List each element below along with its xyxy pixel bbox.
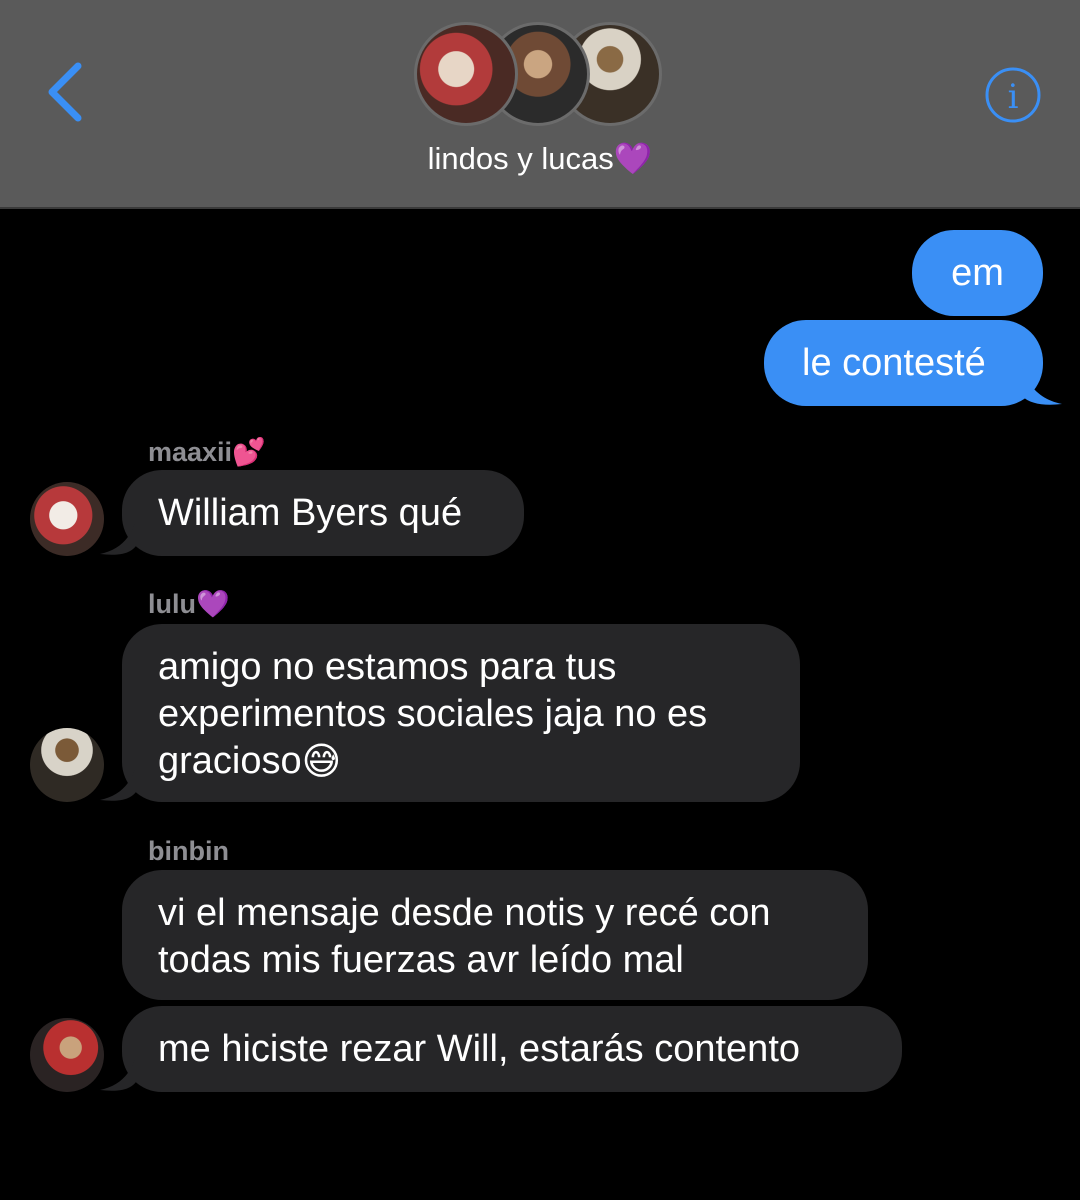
message-line: todas mis fuerzas avr leído mal xyxy=(158,939,684,981)
outgoing-message[interactable]: em xyxy=(912,230,1043,316)
bubble-tail xyxy=(100,1056,136,1091)
bubble-tail xyxy=(1022,366,1062,405)
bubble-tail xyxy=(100,766,136,801)
message-text: gracioso xyxy=(158,740,302,782)
svg-text:i: i xyxy=(1008,77,1019,117)
message-line: experimentos sociales jaja no es xyxy=(158,693,708,735)
avatar[interactable] xyxy=(30,1018,104,1092)
group-avatars[interactable] xyxy=(414,22,664,130)
bubble-tail xyxy=(100,520,136,555)
message-line: amigo no estamos para tus xyxy=(158,646,617,688)
incoming-message[interactable]: amigo no estamos para tus experimentos s… xyxy=(122,624,800,802)
group-name[interactable]: lindos y lucas💜 xyxy=(0,140,1080,177)
sender-name: lulu💜 xyxy=(148,589,230,619)
message-line: vi el mensaje desde notis y recé con xyxy=(158,892,771,934)
incoming-message[interactable]: vi el mensaje desde notis y recé con tod… xyxy=(122,870,868,1000)
sender-name: maaxii💕 xyxy=(148,437,266,467)
info-circle-icon[interactable]: i xyxy=(984,66,1042,124)
outgoing-message[interactable]: le contesté xyxy=(764,320,1043,406)
chevron-left-icon[interactable] xyxy=(40,60,90,124)
group-avatar-1 xyxy=(414,22,518,126)
chat-header: lindos y lucas💜 i xyxy=(0,0,1080,209)
message-line: gracioso😅 xyxy=(158,738,764,786)
sweat-smile-emoji: 😅 xyxy=(301,741,342,784)
avatar[interactable] xyxy=(30,728,104,802)
incoming-message[interactable]: me hiciste rezar Will, estarás contento xyxy=(122,1006,902,1092)
incoming-message[interactable]: William Byers qué xyxy=(122,470,524,556)
sender-name: binbin xyxy=(148,836,229,866)
avatar[interactable] xyxy=(30,482,104,556)
